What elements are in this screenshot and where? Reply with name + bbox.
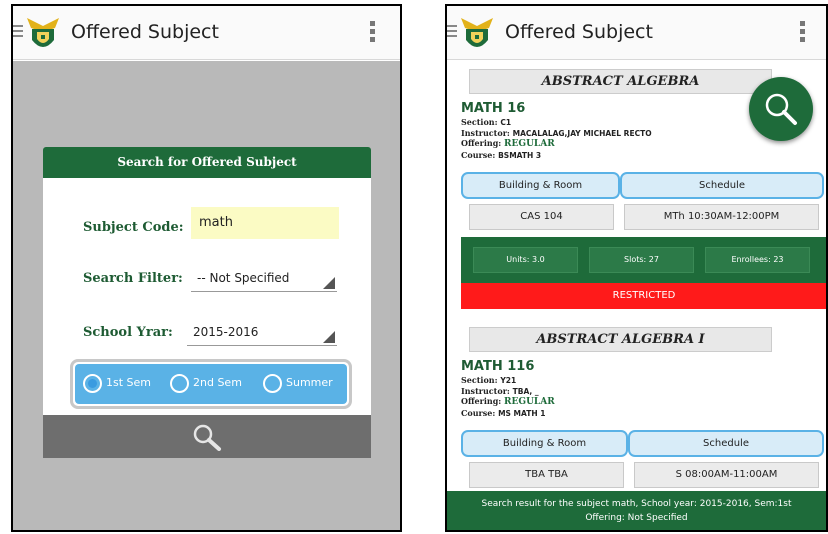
subject-code-label: Subject Code: <box>83 220 184 235</box>
kebab-icon[interactable] <box>800 21 806 45</box>
subject-title: ABSTRACT ALGEBRA <box>469 69 772 94</box>
results-screen: Offered Subject ABSTRACT ALGEBRA MATH 16… <box>445 4 828 532</box>
search-fab[interactable] <box>749 77 813 141</box>
dialog-title: Search for Offered Subject <box>43 147 371 178</box>
room-value: TBA TBA <box>469 462 624 488</box>
subject-code: MATH 16 <box>461 101 526 116</box>
course-row: Course: BSMATH 3 <box>461 150 542 160</box>
search-icon <box>193 424 221 451</box>
school-year-select[interactable]: 2015-2016 <box>187 320 337 346</box>
seal-logo-icon <box>27 18 59 47</box>
units-stat: Units: 3.0 <box>473 247 578 273</box>
search-filter-select[interactable]: -- Not Specified <box>191 266 337 292</box>
building-room-tab[interactable]: Building & Room <box>461 172 620 199</box>
hamburger-icon[interactable] <box>447 25 457 39</box>
search-button[interactable] <box>43 415 371 458</box>
offering-row: Offering: REGULAR <box>461 138 555 149</box>
app-title: Offered Subject <box>71 21 219 43</box>
dropdown-arrow-icon <box>323 277 335 289</box>
radio-unselected-icon <box>263 373 282 393</box>
search-dialog: Search for Offered Subject <box>43 147 371 458</box>
dropdown-arrow-icon <box>323 331 335 343</box>
stats-strip: Units: 3.0 Slots: 27 Enrollees: 23 <box>461 237 826 285</box>
school-year-label: School Yrar: <box>83 325 173 340</box>
app-title: Offered Subject <box>505 21 653 43</box>
seal-logo-icon <box>461 18 493 47</box>
instructor-row: Instructor: TBA, _ <box>461 386 539 396</box>
app-bar: Offered Subject <box>447 6 826 60</box>
search-icon <box>765 93 797 125</box>
school-year-value: 2015-2016 <box>193 325 259 339</box>
schedule-value: MTh 10:30AM-12:00PM <box>624 204 819 230</box>
search-summary-line2: Offering: Not Specified <box>585 513 688 523</box>
slots-stat: Slots: 27 <box>589 247 694 273</box>
enrollees-stat: Enrollees: 23 <box>705 247 810 273</box>
course-row: Course: MS MATH 1 <box>461 408 546 418</box>
semester-radio-group: 1st Sem 2nd Sem Summer <box>70 359 352 409</box>
section-row: Section: C1 <box>461 117 512 127</box>
search-summary: Search result for the subject math, Scho… <box>447 491 826 530</box>
offering-row: Offering: REGULAR <box>461 396 555 407</box>
restricted-badge: RESTRICTED <box>461 283 826 309</box>
schedule-tab[interactable]: Schedule <box>620 172 824 199</box>
app-bar: Offered Subject <box>13 6 400 60</box>
instructor-row: Instructor: MACALALAG,JAY MICHAEL RECTO <box>461 128 652 138</box>
room-value: CAS 104 <box>469 204 614 230</box>
search-filter-value: -- Not Specified <box>197 271 290 285</box>
subject-title: ABSTRACT ALGEBRA I <box>469 327 772 352</box>
hamburger-icon[interactable] <box>13 25 23 39</box>
radio-summer[interactable]: Summer <box>263 372 333 394</box>
kebab-icon[interactable] <box>370 21 376 45</box>
subject-code: MATH 116 <box>461 359 535 374</box>
search-screen: Offered Subject Search for Offered Subje… <box>11 4 402 532</box>
schedule-value: S 08:00AM-11:00AM <box>634 462 819 488</box>
radio-2nd-sem[interactable]: 2nd Sem <box>170 372 242 394</box>
radio-1st-sem[interactable]: 1st Sem <box>83 372 151 394</box>
radio-selected-icon <box>83 373 102 393</box>
subject-code-input[interactable]: math <box>191 207 339 239</box>
search-filter-label: Search Filter: <box>83 271 183 286</box>
search-summary-line1: Search result for the subject math, Scho… <box>481 499 792 509</box>
schedule-tab[interactable]: Schedule <box>628 430 824 457</box>
building-room-tab[interactable]: Building & Room <box>461 430 628 457</box>
radio-unselected-icon <box>170 373 189 393</box>
section-row: Section: Y21 <box>461 375 517 385</box>
